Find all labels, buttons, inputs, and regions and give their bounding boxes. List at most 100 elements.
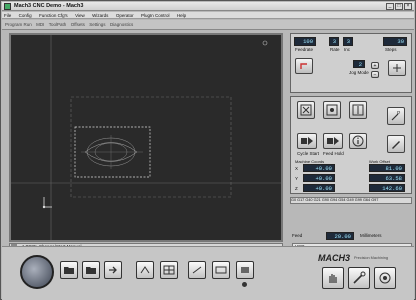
- jog-follow-button[interactable]: [236, 261, 254, 279]
- menu-function-cfg[interactable]: Function Cfg's: [39, 12, 68, 19]
- menu-operator[interactable]: Operator: [116, 12, 134, 19]
- grid-icon: [163, 265, 175, 275]
- tab-offsets[interactable]: Offsets: [71, 20, 85, 30]
- probe-icon: P: [391, 111, 401, 121]
- z-work-readout: 142.60: [369, 184, 405, 192]
- dwell-button[interactable]: [160, 261, 178, 279]
- tab-program-run[interactable]: Program Run: [5, 20, 32, 30]
- x-machine-readout: +0.00: [303, 164, 335, 172]
- regen-toolpath-button[interactable]: [188, 261, 206, 279]
- hand-button[interactable]: [322, 267, 344, 289]
- jog-minus-button[interactable]: −: [371, 71, 379, 78]
- feed-hold-button[interactable]: [323, 133, 343, 149]
- plus-icon: +: [373, 62, 377, 69]
- zero-z-button[interactable]: [349, 101, 367, 119]
- title-bar: Mach3 CNC Demo - Mach3 _ □ ×: [2, 2, 414, 11]
- brand-tagline: Precision Machining: [354, 256, 388, 260]
- z-axis-label: Z: [295, 186, 298, 191]
- folder-open-icon: [86, 267, 96, 274]
- wrench-button[interactable]: [348, 267, 370, 289]
- tab-diagnostics[interactable]: Diagnostics: [110, 20, 133, 30]
- minimize-button[interactable]: _: [386, 3, 394, 10]
- info-button[interactable]: [349, 133, 367, 149]
- jog-label: Jog Mode: [349, 70, 369, 75]
- load-file-button[interactable]: [82, 261, 100, 279]
- spindle-button[interactable]: [374, 267, 396, 289]
- edit-button[interactable]: [387, 135, 405, 153]
- cycle-start-button[interactable]: [297, 133, 317, 149]
- menu-config[interactable]: Config: [19, 12, 32, 19]
- brand-logo: MACH3: [318, 253, 351, 263]
- pencil-icon: [392, 141, 400, 149]
- table-extents: [70, 96, 232, 198]
- feedrate-readout: 100: [294, 37, 316, 46]
- wrench-icon: [353, 271, 366, 284]
- tab-settings[interactable]: Settings: [89, 20, 105, 30]
- toolpath-display[interactable]: [9, 33, 283, 242]
- jog-arrows-icon: [393, 64, 401, 72]
- bottom-toolbar: MACH3 Precision Machining: [2, 246, 414, 300]
- inc-label: Inc: [344, 47, 351, 52]
- zero-x-button[interactable]: [297, 101, 315, 119]
- arrow-right-icon: [109, 266, 117, 274]
- zero-y-icon: [326, 104, 338, 116]
- zero-z-icon: [352, 104, 364, 116]
- jog-plus-button[interactable]: +: [371, 62, 379, 69]
- feed-label: Feed: [292, 233, 303, 238]
- info-icon: [352, 135, 364, 147]
- control-panel: 100 Feedrate 3 3 Rate Inc 30 Steps 2 Jog…: [286, 30, 416, 230]
- spindle-icon: [379, 272, 391, 284]
- corner-marker-icon: [262, 40, 268, 46]
- tab-toolpath[interactable]: ToolPath: [49, 20, 67, 30]
- folder-icon: [64, 267, 74, 274]
- menu-wizards[interactable]: Wizards: [92, 12, 108, 19]
- menu-view[interactable]: View: [75, 12, 85, 19]
- maximize-button[interactable]: □: [395, 3, 403, 10]
- hand-icon: [329, 274, 337, 283]
- minus-icon: −: [373, 71, 377, 78]
- display-mode-button[interactable]: [212, 261, 230, 279]
- cycle-start-label: Cycle Start: [297, 151, 320, 156]
- reset-emergency-button[interactable]: [20, 255, 54, 289]
- menu-plugin-control[interactable]: PlugIn Control: [141, 12, 170, 19]
- axis-triad-icon: [42, 197, 52, 209]
- zero-x-icon: [300, 104, 312, 116]
- reset-button[interactable]: [295, 58, 313, 74]
- open-file-button[interactable]: [60, 261, 78, 279]
- menu-help[interactable]: Help: [177, 12, 186, 19]
- zero-y-button[interactable]: [323, 101, 341, 119]
- rewind-button[interactable]: [104, 261, 122, 279]
- z-machine-readout: +0.00: [303, 184, 335, 192]
- steps-label: Steps: [385, 47, 397, 52]
- jog-readout: 2: [353, 60, 365, 68]
- regen-icon: [192, 266, 202, 274]
- rate-label: Rate: [330, 47, 340, 52]
- y-work-readout: 63.58: [369, 174, 405, 182]
- jog-button[interactable]: [388, 60, 406, 76]
- tab-mdi[interactable]: MDI: [36, 20, 44, 30]
- y-machine-readout: +0.00: [303, 174, 335, 182]
- inc-readout: 3: [343, 37, 353, 46]
- x-axis-label: X: [295, 166, 299, 171]
- units-label: Millimeters: [360, 233, 382, 238]
- app-icon: [4, 3, 11, 10]
- y-axis-label: Y: [295, 176, 299, 181]
- feedrate-label: Feedrate: [295, 47, 314, 52]
- display-icon: [215, 266, 227, 274]
- cycle-start-icon: [301, 137, 313, 145]
- screen-tabs: Program Run MDI ToolPath Offsets Setting…: [2, 20, 414, 30]
- status-led-icon: [242, 282, 247, 287]
- operation-box: P Cycle Start Feed Hold Machine Coords W…: [290, 96, 412, 194]
- single-step-button[interactable]: [136, 261, 154, 279]
- close-button[interactable]: ×: [404, 3, 412, 10]
- menu-file[interactable]: File: [4, 12, 11, 19]
- svg-text:P: P: [397, 111, 401, 117]
- probe-button[interactable]: P: [387, 107, 405, 125]
- feed-hold-label: Feed Hold: [323, 151, 344, 156]
- follow-icon: [241, 267, 249, 273]
- modal-status-line: G0 G17 G40 G21 G90 G94 G54 G49 G99 G64 G…: [290, 197, 412, 204]
- feed-readout: 20.00: [326, 232, 354, 240]
- rate-readout: 3: [329, 37, 339, 46]
- window-title: Mach3 CNC Demo - Mach3: [14, 3, 84, 9]
- steps-readout: 30: [383, 37, 407, 46]
